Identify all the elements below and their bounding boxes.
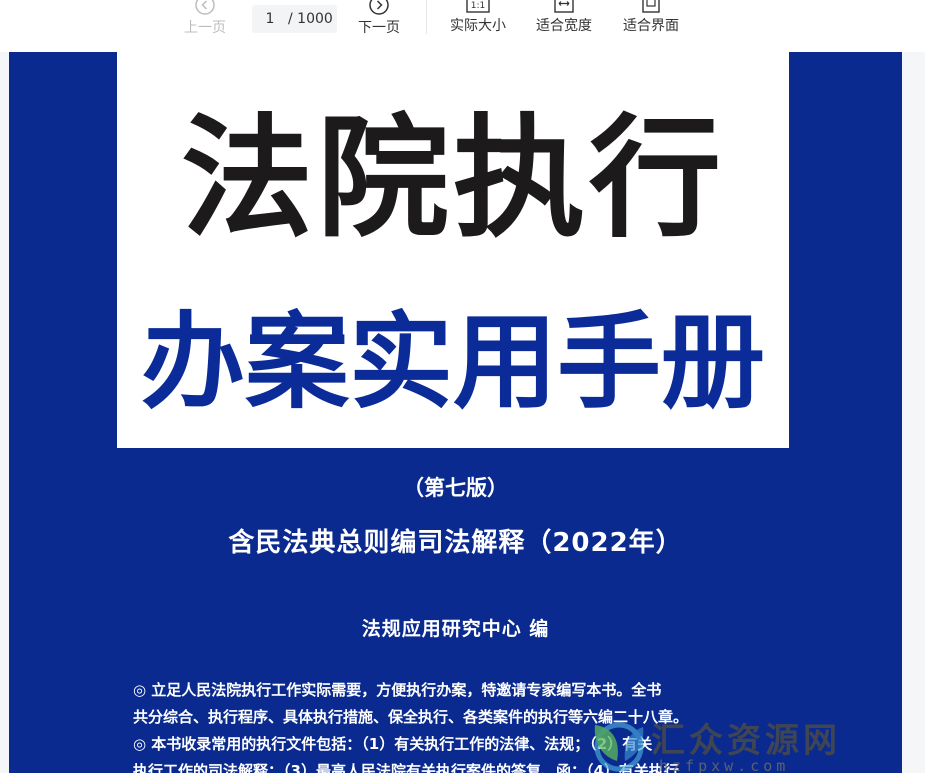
fit-width-label: 适合宽度	[536, 18, 592, 34]
actual-size-button[interactable]: 1:1 实际大小	[450, 0, 506, 46]
book-edition: （第七版）	[403, 476, 508, 500]
fit-width-button[interactable]: 适合宽度	[536, 0, 592, 46]
fit-page-label: 适合界面	[623, 18, 679, 34]
toolbar-divider	[426, 0, 427, 34]
chevron-left-circle-icon	[195, 0, 215, 15]
fit-page-icon	[642, 0, 660, 13]
fit-width-icon	[554, 0, 574, 13]
book-title-sub: 办案实用手册	[140, 301, 765, 423]
page-indicator: / 1000	[252, 5, 337, 33]
description-line: ◎ 立足人民法院执行工作实际需要，方便执行办案，特邀请专家编写本书。全书	[133, 681, 662, 699]
viewer-toolbar: 上一页 / 1000 下一页 1:1 实际大小 适合宽度 适合界面	[0, 0, 925, 52]
book-subtitle: 含民法典总则编司法解释（2022年）	[228, 528, 683, 558]
chevron-right-circle-icon	[369, 0, 389, 15]
actual-size-icon: 1:1	[466, 0, 490, 13]
book-cover-page: 法院执行 办案实用手册 （第七版） 含民法典总则编司法解释（2022年） 法规应…	[9, 52, 902, 773]
fit-page-button[interactable]: 适合界面	[623, 0, 679, 46]
watermark: 汇众资源网 hzfpxw.com	[581, 713, 901, 773]
prev-page-button[interactable]: 上一页	[184, 0, 226, 46]
book-title-main: 法院执行	[181, 101, 725, 256]
next-page-label: 下一页	[358, 20, 400, 36]
next-page-button[interactable]: 下一页	[358, 0, 400, 46]
prev-page-label: 上一页	[184, 20, 226, 36]
document-viewer[interactable]: 法院执行 办案实用手册 （第七版） 含民法典总则编司法解释（2022年） 法规应…	[0, 52, 925, 773]
watermark-text: 汇众资源网	[651, 721, 841, 761]
watermark-url: hzfpxw.com	[659, 757, 790, 773]
total-pages: / 1000	[288, 11, 333, 27]
page-number-input[interactable]	[252, 11, 288, 27]
title-panel: 法院执行 办案实用手册	[117, 52, 789, 448]
leaf-logo-icon	[594, 722, 644, 772]
actual-size-icon-text: 1:1	[471, 1, 485, 11]
actual-size-label: 实际大小	[450, 18, 506, 34]
book-editor: 法规应用研究中心 编	[361, 618, 550, 640]
